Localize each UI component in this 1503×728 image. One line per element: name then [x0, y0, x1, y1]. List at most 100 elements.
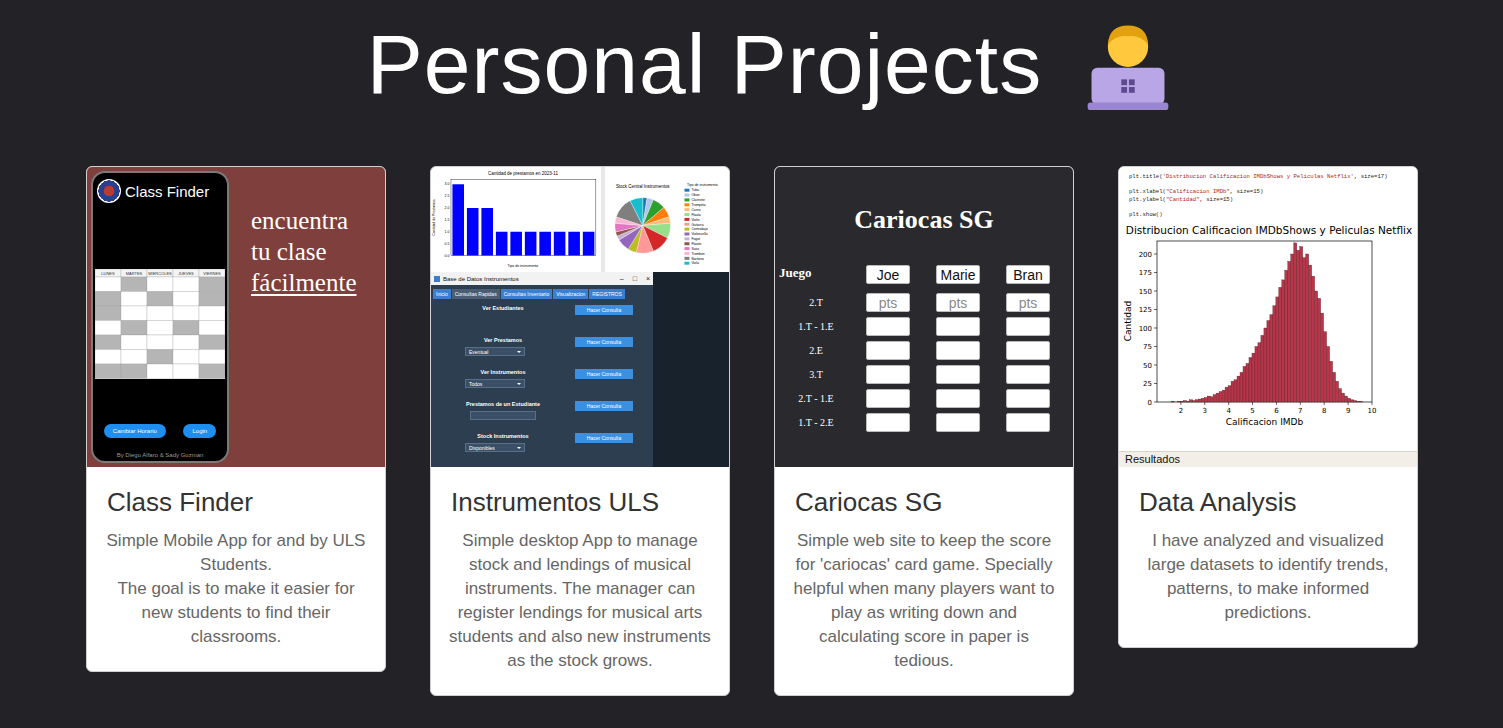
query-dropdown[interactable]: Todos: [465, 379, 525, 388]
histogram-bar: [1303, 258, 1306, 402]
score-input[interactable]: [936, 389, 980, 408]
analysis-preview: plt.title('Distribucion Calificacion IMD…: [1119, 167, 1417, 467]
query-label: Ver Instrumentos: [481, 369, 526, 375]
phone-buttons: Cambiar Horario Login: [95, 424, 225, 438]
schedule-cell: [199, 292, 225, 307]
query-button[interactable]: Hacer Consulta: [575, 433, 633, 443]
window-control[interactable]: □: [633, 275, 637, 282]
histogram-bar: [1288, 261, 1291, 402]
query-dropdown[interactable]: Eventual: [465, 347, 525, 356]
project-card[interactable]: Cantidad de prestamos en 2023-110.00.51.…: [430, 166, 730, 696]
query-button[interactable]: Hacer Consulta: [575, 305, 633, 315]
tab[interactable]: REGISTROS: [589, 289, 624, 299]
legend-label: Corno: [691, 208, 700, 212]
histogram-bar: [1258, 343, 1261, 402]
legend-swatch: [684, 218, 689, 221]
score-input[interactable]: pts: [1006, 293, 1050, 312]
schedule-cell: [173, 277, 199, 292]
histogram-bar: [1359, 401, 1362, 403]
player-name[interactable]: Bran: [1006, 265, 1050, 284]
y-tick: 1.5: [445, 218, 450, 222]
card-body: Data AnalysisI have analyzed and visuali…: [1119, 467, 1417, 647]
score-input[interactable]: [936, 317, 980, 336]
window-titlebar: Base de Datos Instrumentos–□×: [431, 272, 653, 285]
histogram-bar: [1273, 306, 1276, 402]
y-tick: 50: [1143, 362, 1152, 370]
tab[interactable]: Consultas Rapidas: [452, 289, 500, 299]
histogram-bar: [1240, 372, 1243, 402]
histogram-bar: [1183, 401, 1186, 402]
y-tick: 25: [1143, 380, 1152, 388]
code-line: plt.title('Distribucion Calificacion IMD…: [1129, 173, 1407, 181]
tab[interactable]: Consultas Inventario: [501, 289, 553, 299]
query-button[interactable]: Hacer Consulta: [575, 369, 633, 379]
histogram-bar: [1297, 250, 1300, 402]
schedule-cell: [173, 350, 199, 365]
score-input[interactable]: [1006, 341, 1050, 360]
score-input[interactable]: [1006, 413, 1050, 432]
round-header: Juego: [779, 265, 812, 281]
score-input[interactable]: [936, 413, 980, 432]
bar: [481, 208, 493, 255]
histogram-bar: [1294, 243, 1297, 402]
schedule-cell: [95, 306, 121, 321]
phone-button[interactable]: Cambiar Horario: [104, 424, 166, 438]
query-button[interactable]: Hacer Consulta: [575, 401, 633, 411]
bar-chart-window: Cantidad de prestamos en 2023-110.00.51.…: [431, 167, 601, 272]
score-input[interactable]: [936, 341, 980, 360]
score-input[interactable]: [866, 413, 910, 432]
y-tick: 2.5: [445, 194, 450, 198]
legend-label: Oboe: [691, 193, 699, 197]
score-input[interactable]: [1006, 317, 1050, 336]
caret-icon: [517, 351, 521, 353]
window-controls: – □ ×: [620, 275, 650, 282]
score-input[interactable]: [936, 365, 980, 384]
histogram-bar: [1336, 381, 1339, 402]
tab[interactable]: Inicio: [433, 289, 451, 299]
histogram-bar: [1210, 397, 1213, 402]
window-control[interactable]: ×: [646, 275, 650, 282]
score-input[interactable]: [866, 317, 910, 336]
phone-button[interactable]: Login: [183, 424, 216, 438]
schedule-cell: [147, 277, 173, 292]
score-input[interactable]: [866, 389, 910, 408]
bar: [568, 232, 580, 256]
chart-title: Stock Central Instrumentos: [616, 184, 670, 189]
schedule-cell: [147, 306, 173, 321]
histogram-bar: [1279, 287, 1282, 402]
x-tick: 4: [1226, 407, 1231, 415]
window-control[interactable]: –: [620, 275, 624, 282]
query-button[interactable]: Hacer Consulta: [575, 337, 633, 347]
query-row: Ver Instrumentos Todos Hacer Consulta: [431, 369, 653, 397]
x-label: Calificacion IMDb: [1226, 417, 1304, 427]
histogram-bar: [1198, 399, 1201, 402]
score-input[interactable]: pts: [936, 293, 980, 312]
score-input[interactable]: pts: [866, 293, 910, 312]
schedule-cell: [95, 292, 121, 307]
tagline-line: encuentra: [251, 205, 357, 236]
score-input[interactable]: [1006, 389, 1050, 408]
schedule-cell: [147, 292, 173, 307]
section-header: Personal Projects: [0, 8, 1503, 120]
bar: [510, 232, 522, 256]
tab[interactable]: Visualizacion: [553, 289, 588, 299]
project-card[interactable]: plt.title('Distribucion Calificacion IMD…: [1118, 166, 1418, 648]
phone-mockup: Class FinderLUNESMARTESMIERCOLESJUEVESVI…: [91, 171, 229, 463]
project-card[interactable]: Cariocas SGJuegoJoeMarieBran2.Tptsptspts…: [774, 166, 1074, 696]
player-name[interactable]: Marie: [936, 265, 980, 284]
player-name[interactable]: Joe: [866, 265, 910, 284]
y-tick: 175: [1139, 269, 1152, 277]
round-label: 3.T: [809, 369, 823, 380]
score-input[interactable]: [866, 365, 910, 384]
schedule-cell: [121, 364, 147, 379]
project-card[interactable]: Class FinderLUNESMARTESMIERCOLESJUEVESVI…: [86, 166, 386, 672]
schedule-cell: [199, 321, 225, 336]
legend-swatch: [684, 208, 689, 211]
histogram-bar: [1351, 400, 1354, 402]
caret-icon: [517, 383, 521, 385]
query-dropdown[interactable]: Disponibles: [465, 443, 525, 452]
score-input[interactable]: [866, 341, 910, 360]
query-input[interactable]: [470, 411, 536, 420]
score-input[interactable]: [1006, 365, 1050, 384]
query-label: Ver Prestamos: [484, 337, 522, 343]
